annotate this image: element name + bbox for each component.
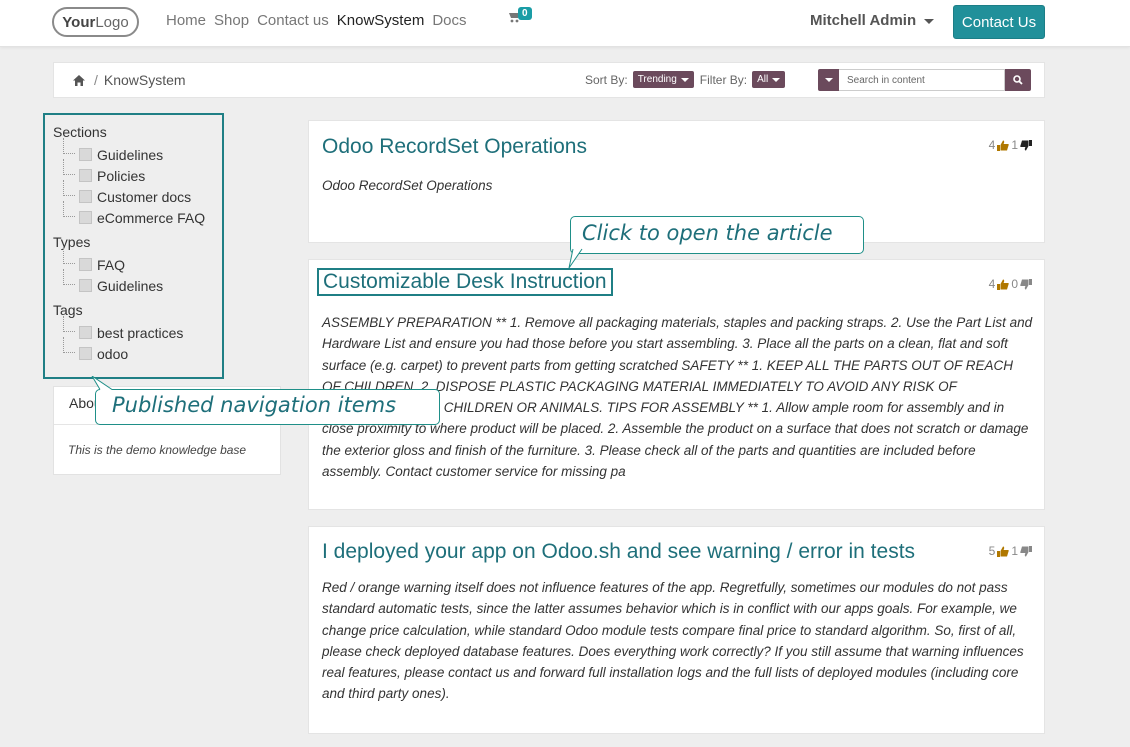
contact-us-button[interactable]: Contact Us: [953, 5, 1045, 39]
tree-connector: [63, 337, 75, 353]
article-title[interactable]: Customizable Desk Instruction: [317, 268, 613, 296]
tree-item-label: eCommerce FAQ: [97, 209, 206, 226]
tree-item-tag[interactable]: odoo: [53, 337, 222, 364]
breadcrumb-separator: /: [94, 72, 98, 88]
home-icon[interactable]: [72, 74, 86, 87]
nav-link-contact[interactable]: Contact us: [257, 12, 329, 29]
cart-link[interactable]: 0: [508, 7, 532, 28]
tree-item-label: odoo: [97, 345, 129, 362]
article-card[interactable]: Customizable Desk Instruction 4 0 ASSEMB…: [308, 259, 1045, 510]
logo-text-bold: Your: [62, 13, 96, 31]
tree-connector: [63, 201, 75, 217]
nav-link-knowsystem[interactable]: KnowSystem: [337, 12, 425, 29]
tree-item-label: Guidelines: [97, 277, 164, 294]
navigation-tree: Sections Guidelines Policies Customer do…: [43, 113, 224, 379]
navigation-callout: Published navigation items: [95, 389, 440, 425]
user-name: Mitchell Admin: [810, 12, 917, 29]
tree-checkbox[interactable]: [79, 190, 92, 203]
filter-value: All: [757, 74, 769, 85]
filter-label: Filter By:: [699, 72, 748, 87]
article-votes: 4 0: [987, 277, 1032, 291]
likes-count: 4: [988, 277, 996, 291]
tree-checkbox[interactable]: [79, 347, 92, 360]
main-menu: Home Shop Contact us KnowSystem Docs: [166, 12, 475, 29]
callout-pointer: [91, 376, 113, 390]
article-title[interactable]: I deployed your app on Odoo.sh and see w…: [322, 540, 915, 564]
tree-item-label: Guidelines: [97, 146, 164, 163]
cart-count-badge: 0: [518, 7, 532, 20]
tree-connector: [63, 159, 75, 175]
thumbs-down-icon[interactable]: [1020, 139, 1032, 151]
search-icon: [1013, 75, 1023, 85]
tree-item-label: best practices: [97, 324, 184, 341]
filter-dropdown[interactable]: All: [752, 71, 786, 88]
breadcrumb: / KnowSystem: [72, 72, 186, 88]
tree-item-label: FAQ: [97, 256, 126, 273]
tree-checkbox[interactable]: [79, 279, 92, 292]
tags-title: Tags: [53, 302, 83, 318]
tree-item-type[interactable]: FAQ: [53, 248, 222, 275]
sort-label: Sort By:: [585, 72, 628, 87]
tree-connector: [63, 316, 75, 332]
breadcrumb-bar: / KnowSystem Sort By: Trending Filter By…: [53, 62, 1045, 98]
tree-connector: [63, 248, 75, 264]
search-button[interactable]: [1005, 69, 1031, 91]
tree-item-type[interactable]: Guidelines: [53, 269, 222, 296]
sections-title: Sections: [53, 124, 107, 140]
sort-filter-controls: Sort By: Trending Filter By: All: [585, 71, 791, 88]
breadcrumb-current: KnowSystem: [103, 72, 186, 88]
callout-pointer: [568, 248, 583, 269]
thumbs-down-icon[interactable]: [1020, 278, 1032, 290]
tree-item-section[interactable]: Guidelines: [53, 138, 222, 165]
nav-link-docs[interactable]: Docs: [432, 12, 466, 29]
tree-item-tag[interactable]: best practices: [53, 316, 222, 343]
caret-down-icon: [680, 77, 689, 82]
search-input[interactable]: [839, 69, 1005, 91]
tree-item-section[interactable]: eCommerce FAQ: [53, 201, 222, 228]
dislikes-count: 1: [1011, 544, 1018, 558]
about-text: This is the demo knowledge base: [68, 443, 247, 457]
search-options-toggle[interactable]: [818, 69, 839, 91]
nav-link-home[interactable]: Home: [166, 12, 206, 29]
thumbs-up-icon[interactable]: [997, 140, 1010, 151]
tree-item-section[interactable]: Customer docs: [53, 180, 222, 207]
caret-down-icon: [772, 77, 781, 82]
user-menu-dropdown[interactable]: Mitchell Admin: [810, 12, 935, 29]
article-votes: 4 1: [987, 138, 1032, 152]
caret-down-icon: [924, 18, 935, 24]
tree-item-label: Customer docs: [97, 188, 192, 205]
tree-connector: [63, 138, 75, 154]
tree-item-label: Policies: [97, 167, 146, 184]
sort-value: Trending: [637, 74, 677, 85]
tree-checkbox[interactable]: [79, 326, 92, 339]
dislikes-count: 1: [1011, 138, 1018, 152]
article-body: Red / orange warning itself does not inf…: [322, 580, 1024, 702]
thumbs-down-icon[interactable]: [1020, 545, 1032, 557]
article-callout: Click to open the article: [570, 216, 864, 254]
article-card[interactable]: I deployed your app on Odoo.sh and see w…: [308, 526, 1045, 734]
tree-connector: [63, 180, 75, 196]
article-title[interactable]: Odoo RecordSet Operations: [322, 135, 587, 159]
article-body: Odoo RecordSet Operations: [322, 178, 493, 193]
logo-text: Logo: [95, 13, 129, 31]
thumbs-up-icon[interactable]: [997, 546, 1010, 557]
tree-item-section[interactable]: Policies: [53, 159, 222, 186]
types-title: Types: [53, 234, 91, 250]
likes-count: 5: [988, 544, 996, 558]
top-navbar: Your Logo Home Shop Contact us KnowSystem…: [0, 0, 1130, 47]
tree-checkbox[interactable]: [79, 148, 92, 161]
thumbs-up-icon[interactable]: [997, 279, 1010, 290]
likes-count: 4: [988, 138, 996, 152]
tree-connector: [63, 269, 75, 285]
sort-dropdown[interactable]: Trending: [632, 71, 694, 88]
dislikes-count: 0: [1011, 277, 1018, 291]
tree-checkbox[interactable]: [79, 258, 92, 271]
article-votes: 5 1: [987, 544, 1032, 558]
site-logo[interactable]: Your Logo: [52, 7, 139, 37]
nav-link-shop[interactable]: Shop: [214, 12, 249, 29]
tree-checkbox[interactable]: [79, 169, 92, 182]
caret-down-icon: [824, 78, 833, 82]
tree-checkbox[interactable]: [79, 211, 92, 224]
